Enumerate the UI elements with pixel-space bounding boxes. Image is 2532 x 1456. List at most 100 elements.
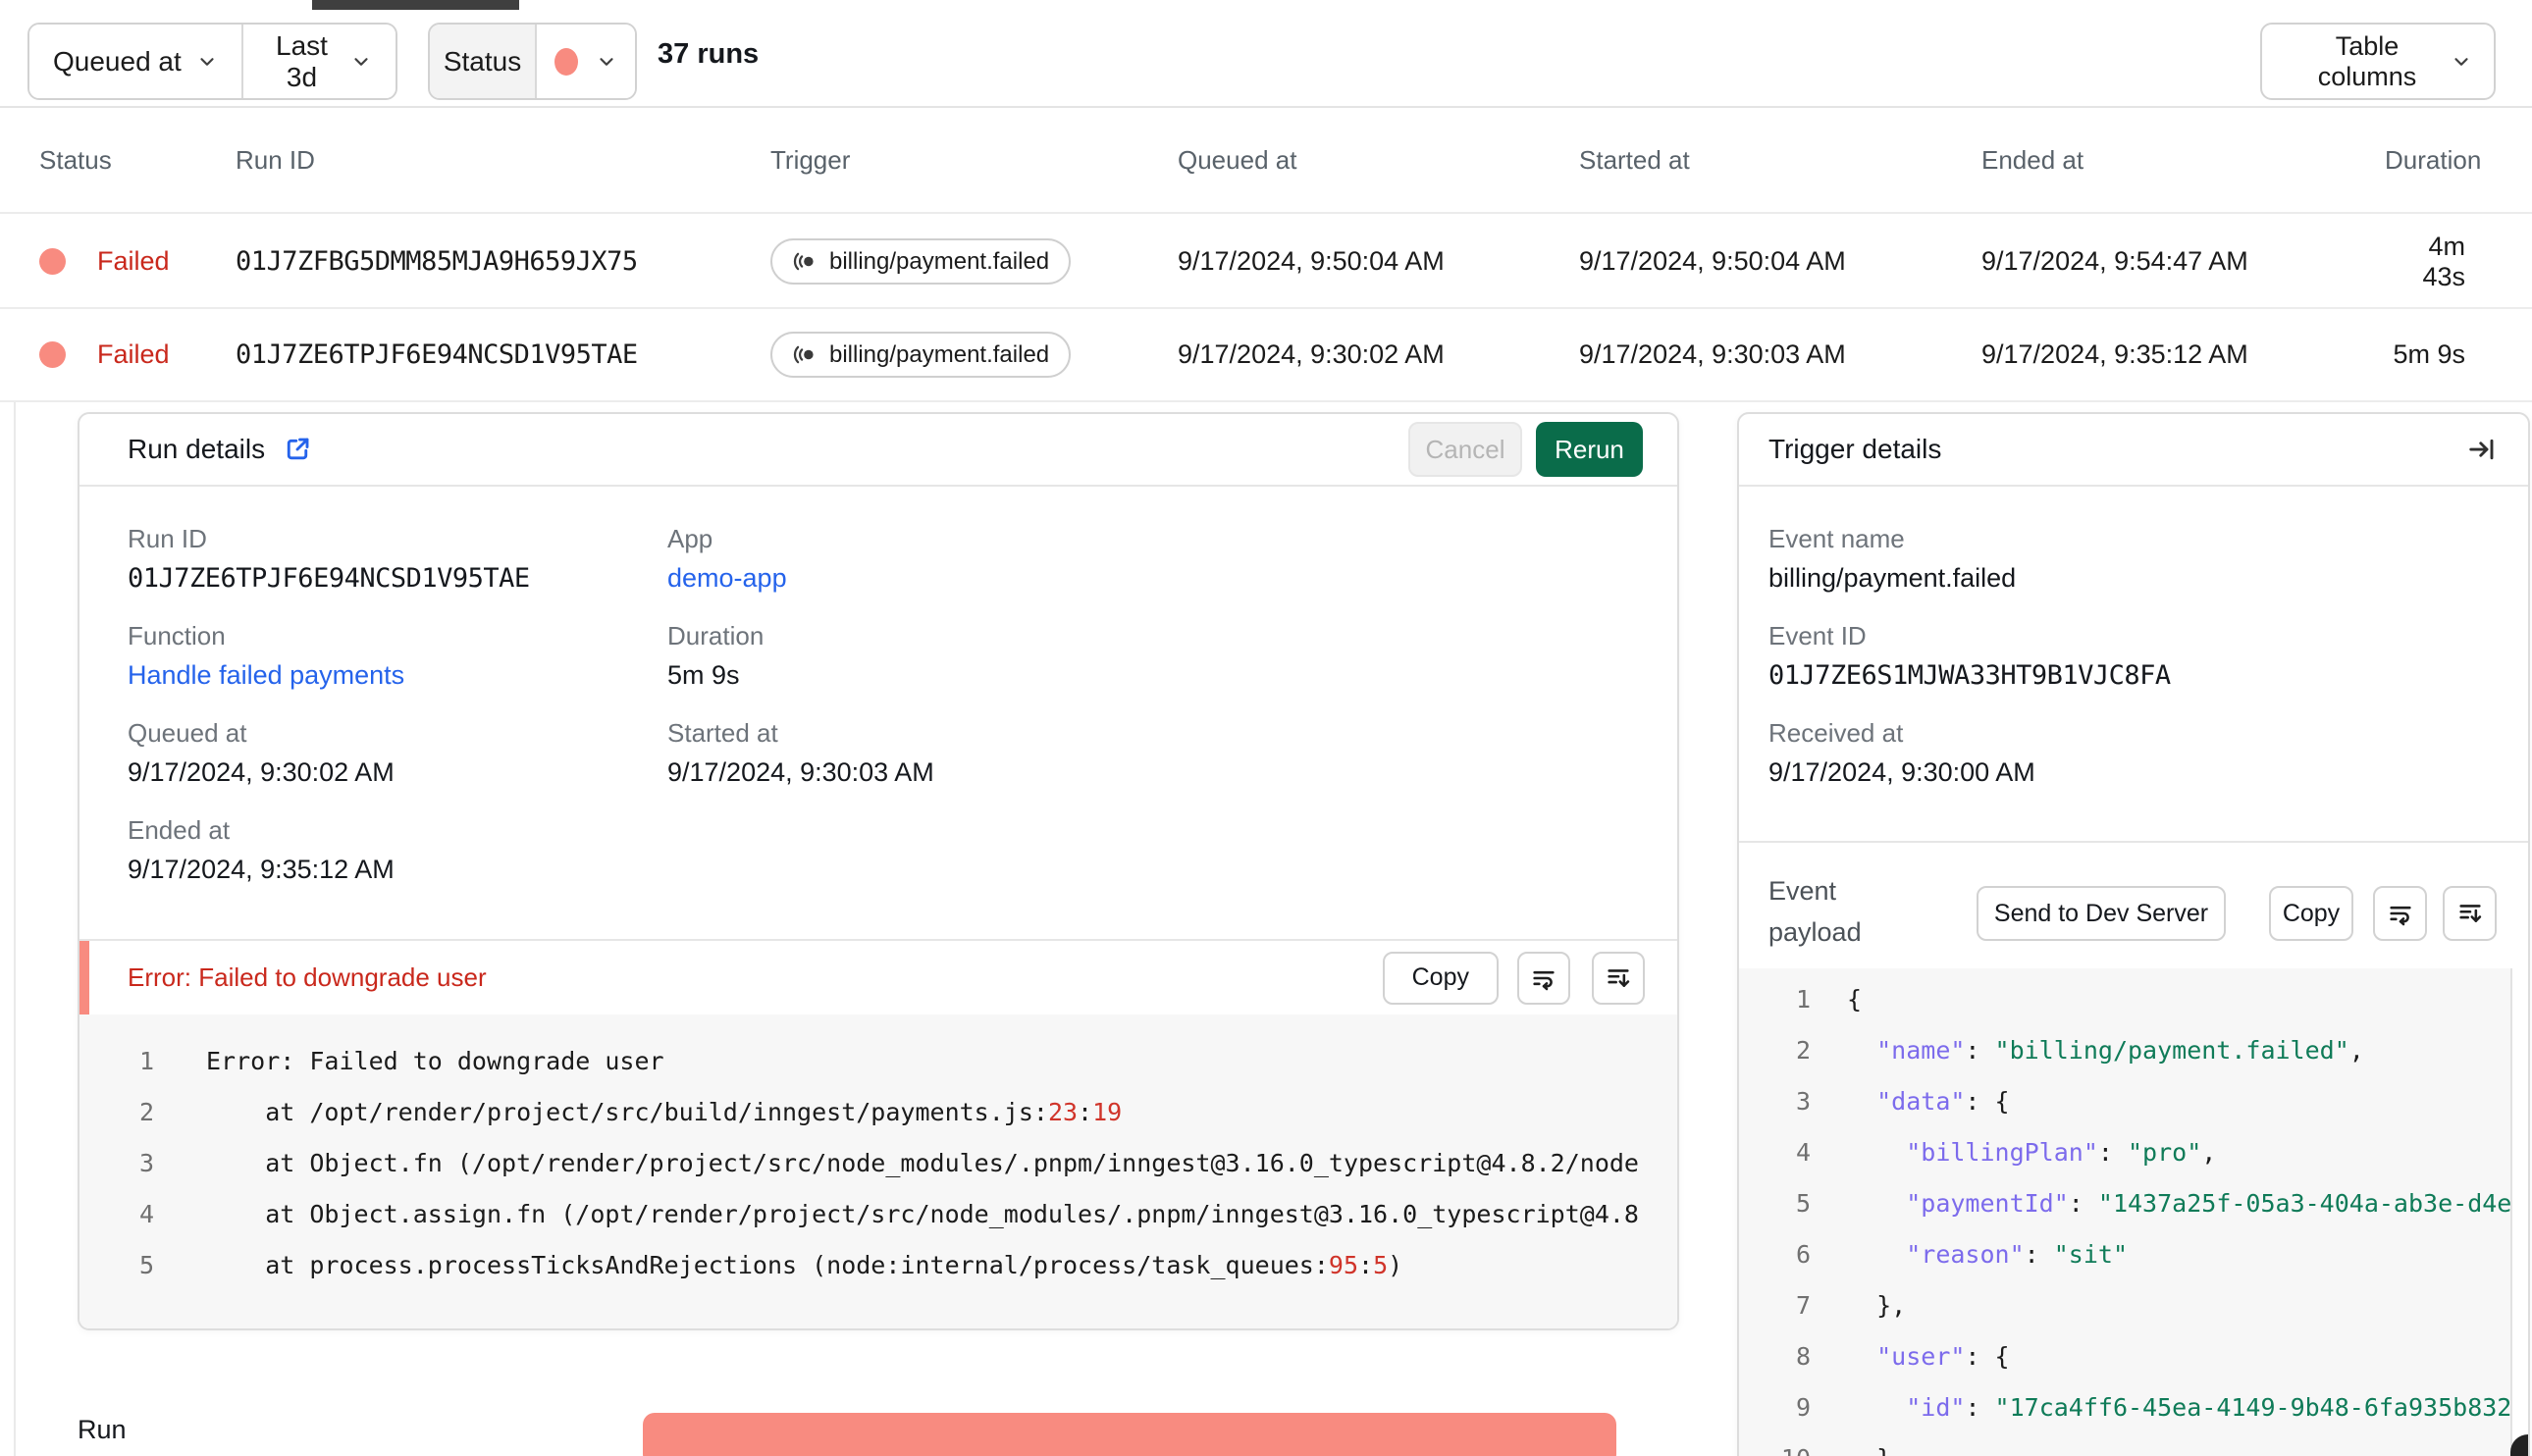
column-header-run-id: Run ID: [236, 144, 315, 175]
trigger-details-title: Trigger details: [1768, 434, 1942, 464]
line-number: 2: [1795, 1036, 1811, 1065]
field-event-id: Event ID 01J7ZE6S1MJWA33HT9B1VJC8FA: [1768, 621, 2171, 691]
queued-at-value: 9/17/2024, 9:30:02 AM: [128, 757, 395, 787]
timerange-filter-label: Last 3d: [276, 29, 328, 92]
line-content: Error: Failed to downgrade user: [206, 1047, 664, 1075]
line-content: },: [1847, 1291, 1907, 1320]
code-line: 1{: [1739, 974, 2528, 1025]
timerange-filter-button[interactable]: Last 3d: [241, 25, 396, 98]
field-received-at: Received at 9/17/2024, 9:30:00 AM: [1768, 718, 2171, 788]
payload-word-wrap-button[interactable]: [2373, 886, 2427, 941]
chevron-down-icon: [596, 51, 617, 73]
queued-at-filter-button[interactable]: Queued at: [29, 25, 241, 98]
rerun-button[interactable]: Rerun: [1536, 422, 1643, 477]
event-name-value: billing/payment.failed: [1768, 563, 2017, 593]
trigger-event-name: billing/payment.failed: [829, 340, 1050, 368]
collapse-right-icon[interactable]: [2467, 435, 2497, 464]
field-event-name: Event name billing/payment.failed: [1768, 524, 2171, 594]
error-stack-trace: 1 Error: Failed to downgrade user 2 at /op…: [79, 1014, 1677, 1328]
payload-scroll-to-bottom-button[interactable]: [2443, 886, 2497, 941]
table-row[interactable]: Failed 01J7ZE6TPJF6E94NCSD1V95TAE billin…: [0, 309, 2532, 402]
chevron-down-icon: [350, 51, 372, 73]
line-number: 4: [138, 1200, 154, 1228]
event-id-value: 01J7ZE6S1MJWA33HT9B1VJC8FA: [1768, 660, 2171, 691]
line-content: "user": {: [1876, 1342, 2010, 1371]
started-at-value: 9/17/2024, 9:30:03 AM: [667, 757, 934, 787]
field-function: Function Handle failed payments: [128, 621, 667, 691]
column-header-queued-at: Queued at: [1178, 144, 1297, 175]
line-number: 3: [1795, 1087, 1811, 1116]
field-label: Ended at: [128, 815, 231, 845]
field-label: App: [667, 524, 713, 553]
scroll-to-bottom-icon: [2456, 900, 2484, 927]
word-wrap-icon: [1530, 964, 1557, 992]
field-duration: Duration 5m 9s: [667, 621, 934, 691]
ended-at-cell: 9/17/2024, 9:54:47 AM: [1981, 246, 2248, 276]
word-wrap-button[interactable]: [1517, 951, 1570, 1005]
copy-payload-button[interactable]: Copy: [2269, 886, 2353, 941]
copy-error-button[interactable]: Copy: [1382, 951, 1499, 1005]
function-link[interactable]: Handle failed payments: [128, 660, 667, 691]
runs-count: 37 runs: [658, 37, 760, 70]
error-section-header: Error: Failed to downgrade user Copy: [79, 939, 1677, 1014]
failed-status-dot: [39, 341, 66, 368]
field-label: Queued at: [128, 718, 247, 748]
queued-at-cell: 9/17/2024, 9:30:02 AM: [1178, 339, 1445, 369]
field-ended-at: Ended at 9/17/2024, 9:35:12 AM: [128, 815, 667, 885]
event-payload-header: Event payload Send to Dev Server Copy: [1739, 841, 2528, 968]
run-details-fields: Run ID 01J7ZE6TPJF6E94NCSD1V95TAE App de…: [128, 524, 934, 885]
timeline-run-bar[interactable]: [643, 1413, 1616, 1456]
event-pulse-icon: [792, 248, 818, 275]
external-link-icon[interactable]: [283, 435, 312, 464]
line-number: 6: [1795, 1240, 1811, 1269]
field-label: Duration: [667, 621, 765, 650]
run-details-title: Run details: [128, 434, 266, 464]
status-filter-value-button[interactable]: [535, 25, 635, 98]
code-line: 2 at /opt/render/project/src/build/innge…: [79, 1087, 1677, 1138]
line-content: "name": "billing/payment.failed",: [1876, 1036, 2364, 1065]
details-left-border: [14, 402, 16, 1456]
line-number: 5: [1795, 1189, 1811, 1218]
send-to-dev-server-button[interactable]: Send to Dev Server: [1977, 886, 2226, 941]
scroll-to-bottom-button[interactable]: [1592, 951, 1645, 1005]
line-number: 1: [138, 1047, 154, 1075]
queued-at-cell: 9/17/2024, 9:50:04 AM: [1178, 246, 1445, 276]
word-wrap-icon: [2387, 900, 2414, 927]
line-content: "paymentId": "1437a25f-05a3-404a-ab3e-d4…: [1906, 1189, 2512, 1218]
line-content: "data": {: [1876, 1087, 2010, 1116]
details-region: Run details Cancel Rerun Run ID 01J7ZE6T…: [0, 402, 2532, 1456]
line-content: }: [1811, 1433, 1891, 1456]
line-number: 8: [1795, 1342, 1811, 1371]
event-payload-json: 1{ 2 "name": "billing/payment.failed", 3 "…: [1739, 968, 2528, 1456]
code-line: 3 "data": {: [1739, 1076, 2528, 1127]
run-id-cell: 01J7ZFBG5DMM85MJA9H659JX75: [236, 246, 638, 277]
code-line: 1 Error: Failed to downgrade user: [79, 1036, 1677, 1087]
line-content: at Object.assign.fn (/opt/render/project…: [206, 1200, 1639, 1228]
error-accent-bar: [79, 941, 89, 1014]
field-label: Function: [128, 621, 226, 650]
cancel-button[interactable]: Cancel: [1408, 422, 1522, 477]
error-title: Error: Failed to downgrade user: [128, 962, 487, 992]
field-label: Started at: [667, 718, 778, 748]
line-content: "reason": "sit": [1906, 1240, 2129, 1269]
code-line: 8 "user": {: [1739, 1331, 2528, 1382]
code-line: 6 "reason": "sit": [1739, 1229, 2528, 1280]
code-line: 4 at Object.assign.fn (/opt/render/proje…: [79, 1189, 1677, 1240]
field-label: Received at: [1768, 718, 1904, 748]
table-columns-button[interactable]: Table columns: [2260, 23, 2496, 100]
line-number: 2: [138, 1098, 154, 1126]
payload-scrollbar-thumb[interactable]: [2510, 1434, 2528, 1456]
trigger-event-pill[interactable]: billing/payment.failed: [770, 238, 1072, 285]
run-id-value: 01J7ZE6TPJF6E94NCSD1V95TAE: [128, 563, 530, 594]
runs-page: Queued at Last 3d Status 37 runs Table c…: [0, 0, 2532, 1456]
table-row[interactable]: Failed 01J7ZFBG5DMM85MJA9H659JX75 billin…: [0, 216, 2532, 309]
trigger-event-pill[interactable]: billing/payment.failed: [770, 332, 1072, 378]
status-filter-label-segment: Status: [430, 25, 535, 98]
payload-scrollbar-track[interactable]: [2510, 968, 2528, 1456]
line-number: 1: [1795, 985, 1811, 1014]
app-link[interactable]: demo-app: [667, 563, 934, 594]
field-started-at: Started at 9/17/2024, 9:30:03 AM: [667, 718, 934, 788]
active-tab-indicator: [312, 0, 519, 10]
status-filter-group: Status: [428, 23, 637, 100]
failed-status-dot: [554, 47, 578, 76]
